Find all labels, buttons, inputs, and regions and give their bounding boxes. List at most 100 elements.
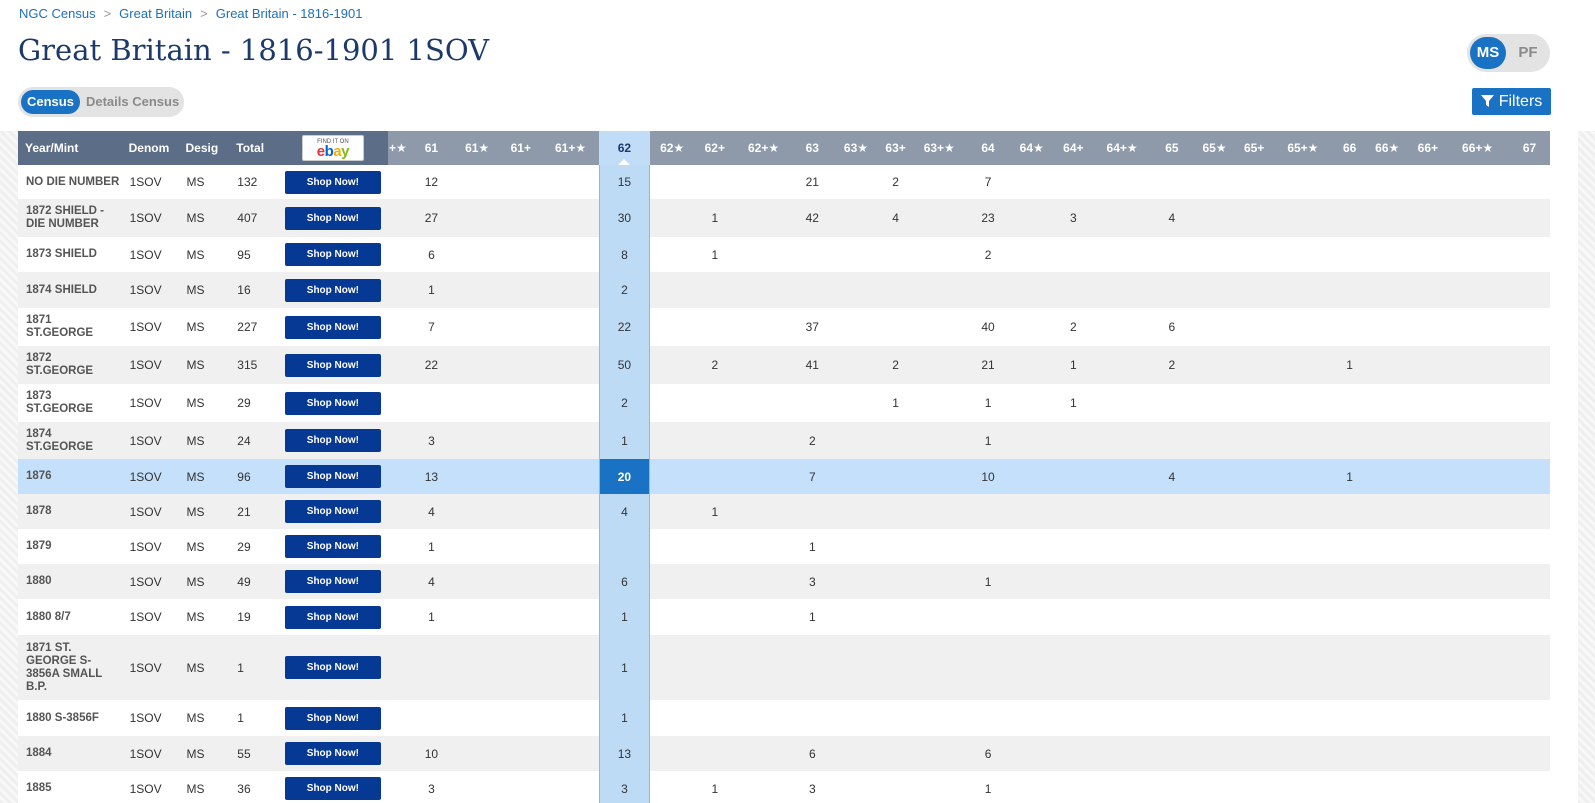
ebay-wordmark: ebay [316,143,350,160]
shop-now-button[interactable]: Shop Now! [284,391,381,415]
cell-grade-11 [879,635,912,700]
table-row[interactable]: 1871 ST. GEORGE S-3856A SMALL B.P. 1SOV MS… [18,635,1550,700]
shop-now-button[interactable]: Shop Now! [284,706,381,730]
header-grade-20[interactable]: 65+★ [1271,131,1335,165]
header-grade-10[interactable]: 63★ [832,131,880,165]
table-row[interactable]: 1874 ST.GEORGE 1SOV MS 24 Shop Now! 3 1 2 1 [18,422,1550,459]
cell-year-mint: 1871 ST.GEORGE [18,308,122,346]
shop-now-button[interactable]: Shop Now! [284,170,381,194]
header-grade-23[interactable]: 66+ [1409,131,1447,165]
cell-grade-2 [454,459,500,494]
table-row[interactable]: 1885 1SOV MS 36 Shop Now! 3 3 1 3 1 [18,771,1550,803]
table-row[interactable]: 1872 SHIELD - DIE NUMBER 1SOV MS 407 Shop No… [18,199,1550,237]
cell-grade-7 [694,700,736,736]
header-grade-24[interactable]: 66+★ [1446,131,1510,165]
shop-now-button[interactable]: Shop Now! [284,243,381,266]
filters-button[interactable]: Filters [1472,88,1551,115]
shop-now-button[interactable]: Shop Now! [284,315,381,339]
tab-details-census[interactable]: Details Census [80,90,185,114]
header-grade-6[interactable]: 62★ [649,131,695,165]
header-grade-16[interactable]: 64+★ [1092,131,1152,165]
header-grade-25[interactable]: 67 [1509,131,1550,165]
cell-grade-10 [832,422,880,459]
cell-grade-22 [1364,308,1410,346]
table-row[interactable]: 1876 1SOV MS 96 Shop Now! 13 20 7 10 4 1 [18,459,1550,494]
header-grade-2[interactable]: 61★ [454,131,500,165]
table-row[interactable]: NO DIE NUMBER 1SOV MS 132 Shop Now! 12 15 21 2 7 [18,165,1550,199]
header-grade-21[interactable]: 66 [1334,131,1365,165]
shop-now-button[interactable]: Shop Now! [284,500,381,523]
header-grade-9[interactable]: 63 [792,131,833,165]
table-row[interactable]: 1879 1SOV MS 29 Shop Now! 1 1 [18,529,1550,564]
shop-now-button[interactable]: Shop Now! [284,353,381,377]
header-grade-13[interactable]: 64 [966,131,1010,165]
tab-census[interactable]: Census [21,90,80,114]
shop-now-button[interactable]: Shop Now! [284,429,381,452]
cell-grade-18 [1192,165,1237,199]
header-grade-1[interactable]: 61 [408,131,455,165]
header-grade-5[interactable]: 62 [599,131,650,165]
header-denom[interactable]: Denom [121,131,179,165]
cell-year-mint: 1880 [18,564,122,599]
shop-now-button[interactable]: Shop Now! [284,742,381,765]
table-row[interactable]: 1880 S-3856F 1SOV MS 1 Shop Now! 1 [18,700,1550,736]
header-grade-3[interactable]: 61+ [499,131,543,165]
shop-now-button[interactable]: Shop Now! [284,278,381,302]
header-total[interactable]: Total [229,131,279,165]
table-row[interactable]: 1884 1SOV MS 55 Shop Now! 10 13 6 6 [18,736,1550,771]
shop-now-button[interactable]: Shop Now! [284,656,381,679]
table-row[interactable]: 1878 1SOV MS 21 Shop Now! 4 4 1 [18,494,1550,529]
shop-now-button[interactable]: Shop Now! [284,206,381,230]
breadcrumb-great-britain-period[interactable]: Great Britain - 1816-1901 [216,6,363,21]
cell-grade-19 [1236,635,1272,700]
ebay-logo[interactable]: FIND IT ON ebay [301,135,364,161]
breadcrumb-separator: > [200,6,208,21]
breadcrumb-ngc-census[interactable]: NGC Census [19,6,96,21]
header-grade-14[interactable]: 64★ [1009,131,1055,165]
shop-now-button[interactable]: Shop Now! [284,777,381,800]
cell-grade-19 [1236,564,1272,599]
header-grade-11[interactable]: 63+ [879,131,912,165]
header-grade-17[interactable]: 65 [1151,131,1193,165]
breadcrumb-great-britain[interactable]: Great Britain [119,6,192,21]
header-grade-7[interactable]: 62+ [694,131,736,165]
header-grade-19[interactable]: 65+ [1236,131,1272,165]
table-row[interactable]: 1873 SHIELD 1SOV MS 95 Shop Now! 6 8 1 2 [18,237,1550,272]
cell-grade-3 [499,165,543,199]
header-desig[interactable]: Desig [178,131,230,165]
table-row[interactable]: 1873 ST.GEORGE 1SOV MS 29 Shop Now! 2 1 1 1 [18,384,1550,422]
header-year-mint[interactable]: Year/Mint [18,131,122,165]
table-row[interactable]: 1874 SHIELD 1SOV MS 16 Shop Now! 1 2 [18,272,1550,308]
cell-grade-5: 4 [598,494,651,529]
table-row[interactable]: 1871 ST.GEORGE 1SOV MS 227 Shop Now! 7 22 37 40 2… [18,308,1550,346]
census-table-container[interactable]: Year/Mint Denom Desig Total FIND IT ON e… [18,131,1550,803]
cell-grade-10 [832,529,880,564]
cell-grade-22 [1364,700,1410,736]
header-grade-4[interactable]: 61+★ [542,131,600,165]
cell-denom: 1SOV [121,771,179,803]
table-row[interactable]: 1880 1SOV MS 49 Shop Now! 4 6 3 1 [18,564,1550,599]
ebay-header[interactable]: FIND IT ON ebay [278,131,388,165]
shop-now-button[interactable]: Shop Now! [284,535,381,558]
header-grade-15[interactable]: 64+ [1054,131,1093,165]
cell-grade-19 [1236,165,1272,199]
cell-grade-7: 1 [694,199,736,237]
header-grade-18[interactable]: 65★ [1192,131,1237,165]
header-grade-22[interactable]: 66★ [1364,131,1410,165]
cell-grade-17: 4 [1151,459,1193,494]
cell-grade-0 [387,494,409,529]
shop-now-button[interactable]: Shop Now! [284,570,381,593]
cell-grade-12 [911,736,967,771]
table-row[interactable]: 1880 8/7 1SOV MS 19 Shop Now! 1 1 1 [18,599,1550,635]
header-grade-8[interactable]: 62+★ [735,131,792,165]
shop-now-button[interactable]: Shop Now! [284,465,381,488]
cell-grade-22 [1364,599,1410,635]
toggle-pf[interactable]: PF [1510,37,1546,69]
toggle-ms[interactable]: MS [1470,37,1506,69]
table-row[interactable]: 1872 ST.GEORGE 1SOV MS 315 Shop Now! 22 50 2 41 2… [18,346,1550,384]
shop-now-button[interactable]: Shop Now! [284,605,381,629]
header-grade-12[interactable]: 63+★ [911,131,967,165]
cell-grade-8 [735,459,792,494]
header-grade-0[interactable]: +★ [387,131,409,165]
cell-grade-25 [1509,494,1550,529]
